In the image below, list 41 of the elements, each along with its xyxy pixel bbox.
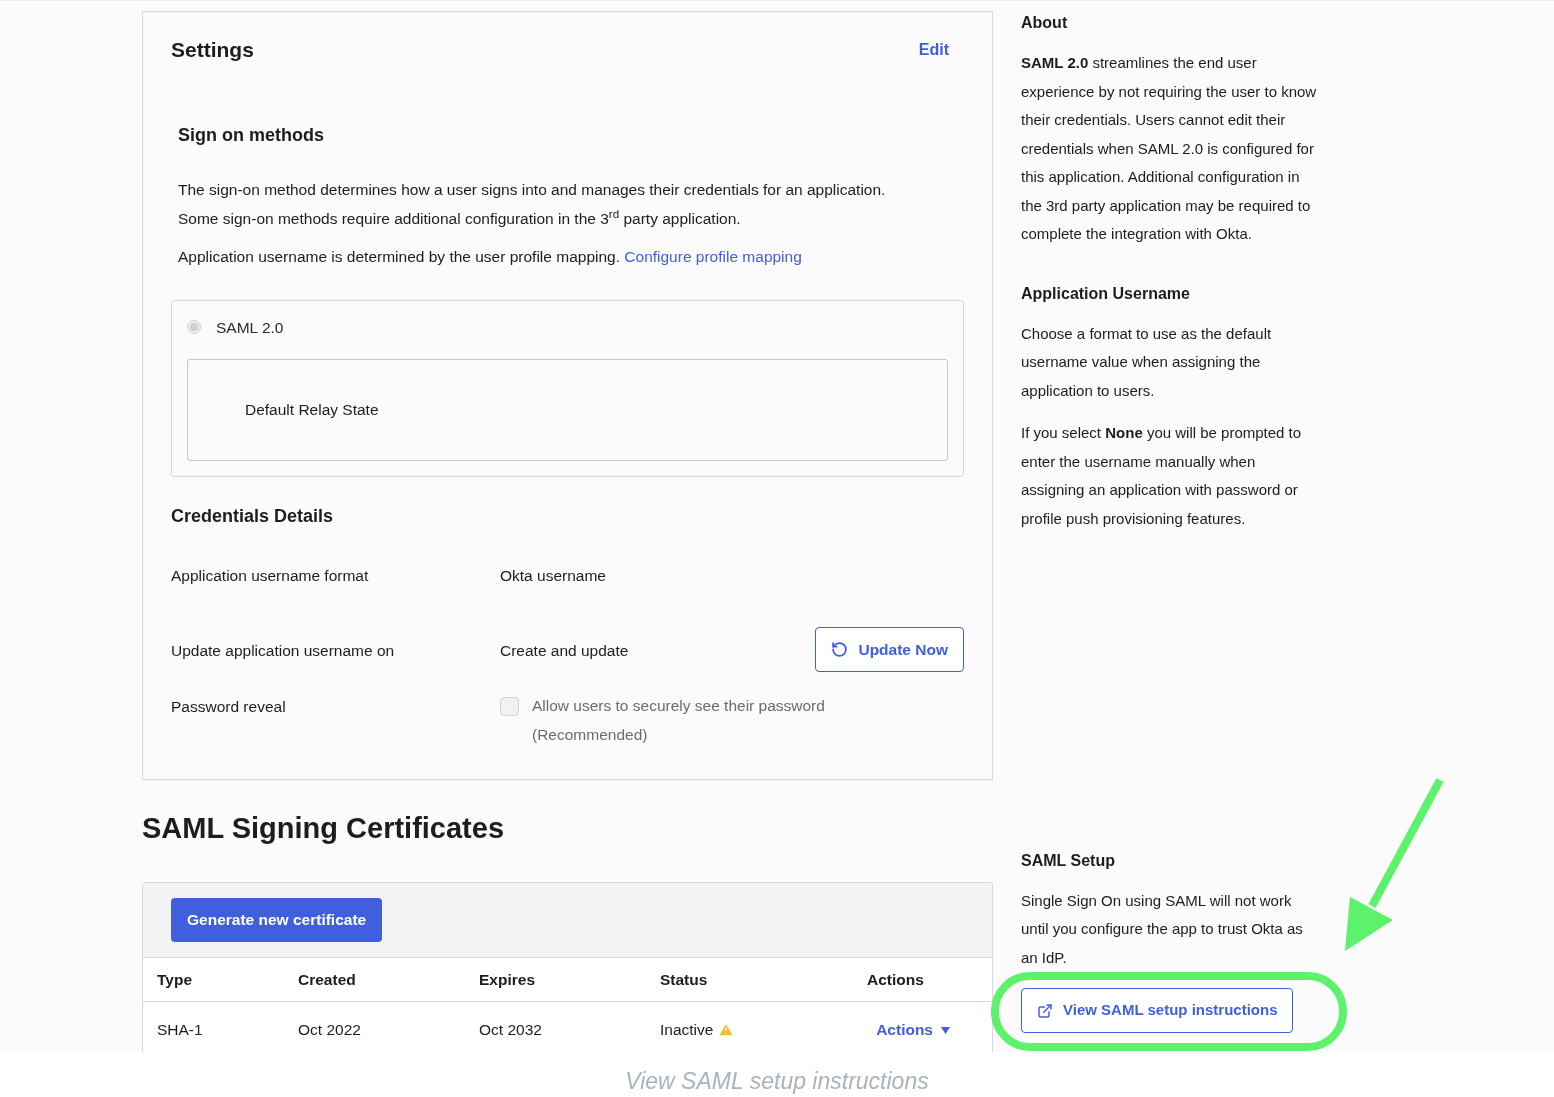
column-header: Created	[298, 969, 357, 990]
page-heading: SAML Signing Certificates	[142, 811, 506, 846]
table-cell-text: Oct 2032	[479, 1020, 543, 1041]
column-header: Type	[157, 969, 194, 990]
column-header: Expires	[479, 969, 536, 990]
configure-mapping-link[interactable]: Configure profile mapping	[624, 247, 802, 265]
table-cell-text: Oct 2022	[298, 1020, 362, 1041]
relay-state-label: Default Relay State	[245, 400, 379, 421]
edit-link[interactable]: Edit	[918, 37, 949, 62]
mapping-text: Application username is determined by the user profile mapping.	[178, 247, 620, 265]
generate-certificate-button[interactable]: Generate new certificate	[171, 898, 383, 942]
section-heading: Sign on methods	[178, 123, 325, 147]
field-label: Application username format	[171, 566, 370, 586]
actions-dropdown[interactable]: Actions	[876, 1018, 950, 1042]
checkbox[interactable]	[500, 697, 519, 716]
field-value: Create and update	[500, 641, 630, 661]
section-heading: Credentials Details	[171, 505, 335, 528]
field-value: Okta username	[500, 566, 607, 586]
sidebar-paragraph: SAML 2.0 streamlines the end user experience by not requiring the user to know their credentials. Users cannot edit their credentials when SAML 2.0 is configured for this application. Additional configuration in the 3rd party application may be required to complete the integration with Okta.	[1021, 53, 1318, 244]
view-instructions-button[interactable]: View SAML setup instructions	[1021, 988, 1294, 1033]
radio-label: SAML 2.0	[216, 317, 284, 338]
sidebar-paragraph: Single Sign On using SAML will not work until you configure the app to trust Okta as an IdP.	[1021, 890, 1304, 968]
refresh-icon	[831, 641, 849, 658]
table-cell-text: Inactive	[660, 1020, 714, 1041]
image-caption: View SAML setup instructions	[625, 1068, 929, 1094]
column-header: Status	[660, 969, 709, 990]
column-header: Actions	[867, 969, 925, 990]
sidebar-heading: About	[1021, 13, 1069, 33]
sidebar-heading: SAML Setup	[1021, 850, 1116, 871]
field-label: Password reveal	[171, 697, 287, 717]
checkbox-label: Allow users to securely see their password (Recommended)	[532, 696, 826, 745]
update-now-button[interactable]: Update Now	[815, 627, 964, 672]
sidebar-paragraph: Choose a format to use as the default username value when assigning the application to users.	[1021, 323, 1273, 401]
sidebar-paragraph: If you select None you will be prompted to enter the username manually when assigning an application with password or profile push provisioning features.	[1021, 423, 1303, 529]
card-title: Settings	[171, 37, 254, 63]
external-link-icon	[1037, 1002, 1053, 1019]
description-text: The sign-on method determines how a user signs into and manages their credentials for an application. Some sign-on methods require additional configuration in the 3$^{rd}$ party application.	[178, 179, 887, 229]
table-cell-text: SHA-1	[157, 1020, 204, 1041]
sidebar-heading: Application Username	[1021, 283, 1191, 304]
field-label: Update application username on	[171, 641, 396, 661]
caret-icon	[941, 1026, 950, 1034]
